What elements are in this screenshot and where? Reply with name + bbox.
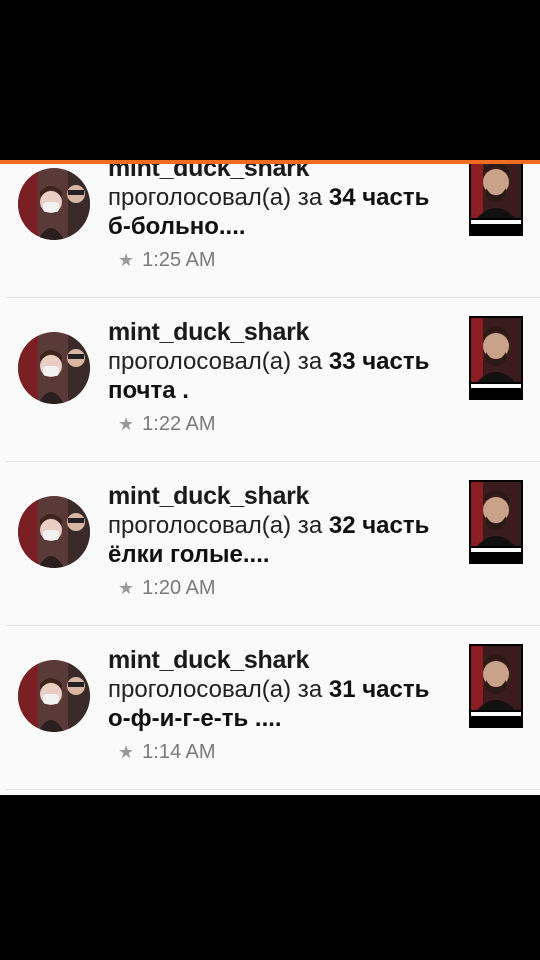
notification-item[interactable]: mint_duck_shark проголосовал(а) за 33 ча… xyxy=(0,298,540,462)
username[interactable]: mint_duck_shark xyxy=(108,164,458,183)
star-icon: ★ xyxy=(118,250,135,270)
part-title[interactable]: б-больно.... xyxy=(108,212,458,241)
part-title[interactable]: почта . xyxy=(108,376,458,405)
star-icon: ★ xyxy=(118,414,135,434)
story-cover[interactable] xyxy=(469,644,523,728)
part-title[interactable]: о-ф-и-г-е-ть .... xyxy=(108,704,458,733)
user-avatar[interactable] xyxy=(18,168,90,240)
notification-item[interactable]: mint_duck_shark проголосовал(а) за 32 ча… xyxy=(0,462,540,626)
star-icon: ★ xyxy=(118,742,135,762)
notification-list: mint_duck_shark проголосовал(а) за 34 ча… xyxy=(0,164,540,795)
part-number: 32 часть xyxy=(328,512,430,539)
timestamp: 1:20 AM xyxy=(142,577,216,599)
user-avatar[interactable] xyxy=(18,660,90,732)
user-avatar[interactable] xyxy=(18,496,90,568)
story-cover[interactable] xyxy=(469,316,523,400)
username[interactable]: mint_duck_shark xyxy=(108,482,458,511)
star-icon: ★ xyxy=(118,578,135,598)
vote-description: проголосовал(а) за 32 часть xyxy=(108,511,458,540)
part-title[interactable]: ёлки голые.... xyxy=(108,540,458,569)
divider xyxy=(6,789,540,790)
part-number: 33 часть xyxy=(328,348,430,375)
action-text: проголосовал(а) за xyxy=(108,184,323,211)
bottom-black-area xyxy=(0,795,540,960)
notification-item[interactable]: mint_duck_shark проголосовал(а) за 34 ча… xyxy=(0,164,540,298)
vote-description: проголосовал(а) за 33 часть xyxy=(108,347,458,376)
vote-description: проголосовал(а) за 31 часть xyxy=(108,675,458,704)
user-avatar[interactable] xyxy=(18,332,90,404)
timestamp: 1:14 AM xyxy=(142,741,216,763)
timestamp-row: ★ 1:14 AM xyxy=(118,741,458,764)
notification-item[interactable]: mint_duck_shark проголосовал(а) за 31 ча… xyxy=(0,626,540,790)
timestamp: 1:22 AM xyxy=(142,413,216,435)
timestamp-row: ★ 1:25 AM xyxy=(118,249,458,272)
action-text: проголосовал(а) за xyxy=(108,348,323,375)
timestamp-row: ★ 1:22 AM xyxy=(118,413,458,436)
timestamp: 1:25 AM xyxy=(142,249,216,271)
username[interactable]: mint_duck_shark xyxy=(108,646,458,675)
status-bar-area xyxy=(0,0,540,160)
username[interactable]: mint_duck_shark xyxy=(108,318,458,347)
timestamp-row: ★ 1:20 AM xyxy=(118,577,458,600)
action-text: проголосовал(а) за xyxy=(108,512,323,539)
action-text: проголосовал(а) за xyxy=(108,676,323,703)
part-number: 31 часть xyxy=(328,676,430,703)
story-cover[interactable] xyxy=(469,164,523,236)
story-cover[interactable] xyxy=(469,480,523,564)
part-number: 34 часть xyxy=(328,184,430,211)
vote-description: проголосовал(а) за 34 часть xyxy=(108,183,458,212)
